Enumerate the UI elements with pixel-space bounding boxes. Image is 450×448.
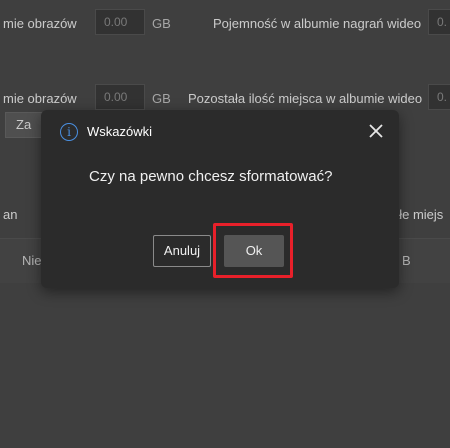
info-icon: i [60, 123, 78, 141]
cancel-button[interactable]: Anuluj [153, 235, 211, 267]
close-icon[interactable] [367, 122, 385, 140]
dialog-header: i Wskazówki [41, 110, 399, 156]
dialog-title: Wskazówki [87, 124, 153, 139]
format-confirm-dialog: i Wskazówki Czy na pewno chcesz sformato… [41, 110, 399, 288]
dialog-message: Czy na pewno chcesz sformatować? [89, 168, 333, 185]
ok-button[interactable]: Ok [224, 235, 284, 267]
